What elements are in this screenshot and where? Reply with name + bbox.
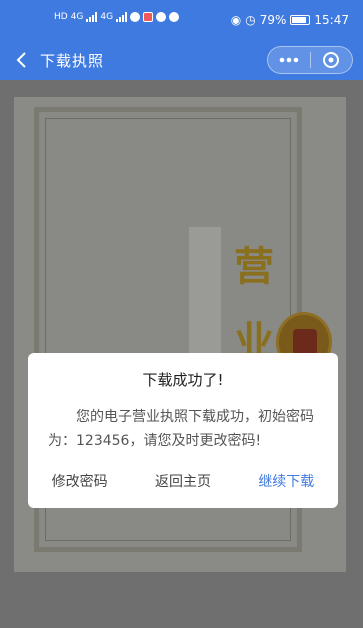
- close-button[interactable]: [310, 47, 352, 73]
- eye-icon: ◉: [230, 13, 242, 27]
- alarm-icon: ◷: [245, 13, 256, 27]
- app-notification-icon: [130, 12, 141, 22]
- emblem-center: [293, 329, 317, 355]
- download-success-dialog: 下载成功了! 您的电子营业执照下载成功，初始密码为：123456，请您及时更改密…: [28, 353, 338, 508]
- return-home-button[interactable]: 返回主页: [149, 467, 217, 495]
- network-indicators: HD 4G 4G: [54, 12, 180, 22]
- back-button[interactable]: [10, 48, 32, 72]
- signal-icon-2: [116, 12, 128, 22]
- network-4g-label-1: 4G: [70, 12, 84, 22]
- status-bar: HD 4G 4G ◉ ◷ 79% 15:47: [0, 0, 363, 40]
- mini-program-capsule: [267, 46, 353, 74]
- signal-icon: [86, 12, 98, 22]
- chevron-left-icon: [16, 52, 26, 68]
- system-indicators: ◉ ◷ 79% 15:47: [231, 13, 349, 27]
- dialog-message: 您的电子营业执照下载成功，初始密码为：123456，请您及时更改密码!: [48, 409, 314, 449]
- hd-label-1: HD: [54, 12, 68, 22]
- nav-bar: 下载执照: [0, 40, 363, 80]
- message-icon: [156, 12, 167, 22]
- continue-download-button[interactable]: 继续下载: [252, 467, 320, 495]
- more-button[interactable]: [268, 47, 310, 73]
- app-badge-icon: [143, 12, 154, 22]
- dialog-actions: 修改密码 返回主页 继续下载: [28, 466, 338, 496]
- change-password-button[interactable]: 修改密码: [46, 467, 114, 495]
- network-4g-label-2: 4G: [100, 12, 114, 22]
- license-heading-char-1: 营: [234, 244, 274, 290]
- clock-time: 15:47: [314, 13, 349, 27]
- dialog-title: 下载成功了!: [142, 371, 224, 389]
- target-close-icon: [323, 52, 340, 68]
- page-title: 下载执照: [40, 52, 105, 70]
- more-dots-icon: [279, 57, 299, 63]
- battery-icon: [290, 15, 311, 25]
- battery-percent: 79%: [259, 13, 287, 27]
- cloud-icon: [169, 12, 180, 22]
